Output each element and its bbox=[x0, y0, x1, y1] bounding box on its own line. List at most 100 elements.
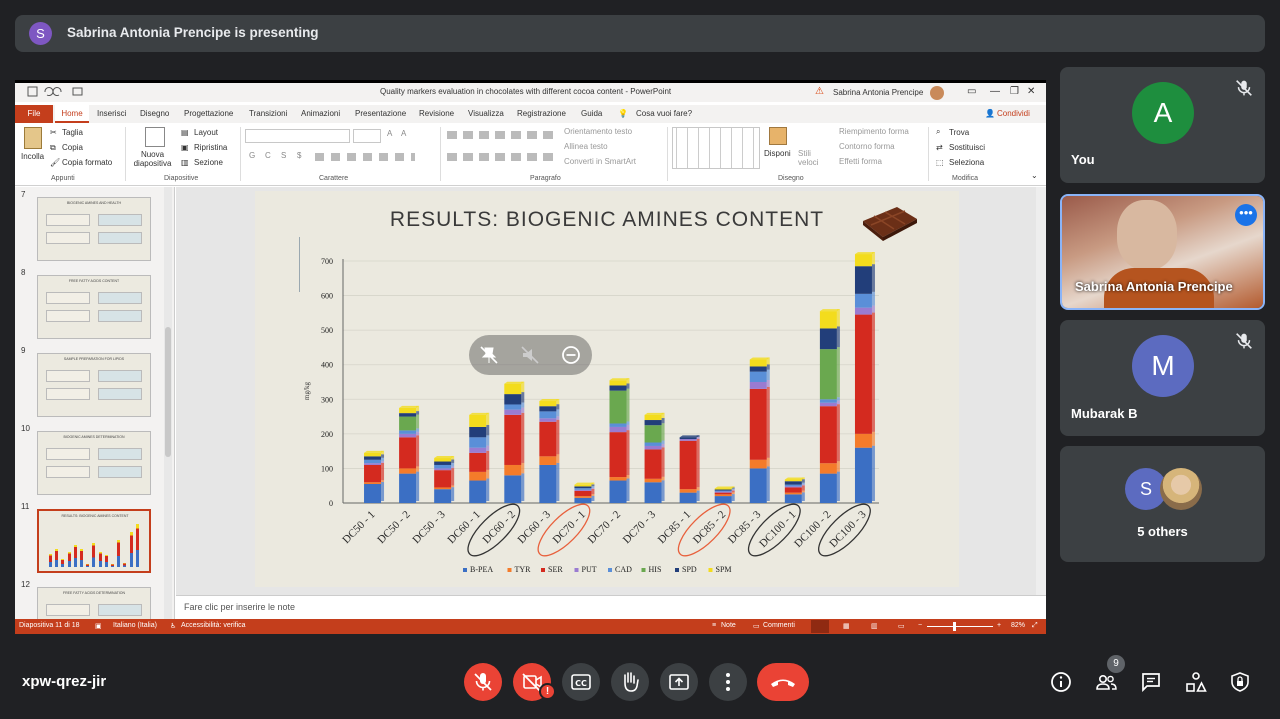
font-name-dropdown[interactable] bbox=[245, 129, 350, 143]
spellcheck-icon[interactable]: ▣ bbox=[95, 622, 102, 630]
raise-hand-button[interactable] bbox=[611, 663, 649, 701]
activities-icon[interactable] bbox=[1184, 670, 1208, 694]
cut-icon[interactable]: ✂ bbox=[50, 128, 57, 137]
reading-view-icon[interactable]: ▥ bbox=[871, 622, 878, 630]
present-button[interactable] bbox=[660, 663, 698, 701]
shapes-gallery[interactable] bbox=[672, 127, 760, 169]
list-tools[interactable] bbox=[447, 131, 557, 139]
zoom-slider[interactable] bbox=[927, 626, 993, 627]
align-tools[interactable] bbox=[447, 153, 557, 161]
warning-icon[interactable]: ⚠ bbox=[815, 86, 824, 97]
replace-button[interactable]: Sostituisci bbox=[949, 143, 985, 152]
zoom-level[interactable]: 82% bbox=[1011, 622, 1025, 629]
text-direction-button[interactable]: Orientamento testo bbox=[564, 127, 632, 136]
tab-insert[interactable]: Inserisci bbox=[97, 109, 126, 118]
more-options-button[interactable] bbox=[709, 663, 747, 701]
minimize-presentation-icon[interactable] bbox=[561, 345, 581, 365]
pin-off-icon[interactable] bbox=[479, 345, 499, 365]
copy-icon[interactable]: ⧉ bbox=[50, 143, 56, 153]
font-tools[interactable] bbox=[315, 153, 415, 161]
slide-sorter-icon[interactable]: ▦ bbox=[843, 622, 850, 630]
tab-file[interactable]: File bbox=[15, 105, 53, 123]
section-button[interactable]: Sezione bbox=[194, 158, 223, 167]
format-painter-icon[interactable]: 🖌 bbox=[50, 158, 60, 167]
notes-placeholder[interactable]: Fare clic per inserire le note bbox=[184, 602, 295, 612]
chat-icon[interactable] bbox=[1139, 670, 1163, 694]
shape-effects-button[interactable]: Effetti forma bbox=[839, 157, 882, 166]
new-slide-button[interactable]: Nuova diapositiva bbox=[130, 150, 175, 168]
smartart-button[interactable]: Converti in SmartArt bbox=[564, 157, 636, 166]
restore-icon[interactable]: ❐ bbox=[1010, 86, 1019, 97]
info-icon[interactable] bbox=[1049, 670, 1073, 694]
new-slide-icon[interactable] bbox=[145, 127, 165, 147]
participant-tile-you[interactable]: A You bbox=[1060, 67, 1265, 183]
slide-thumbnail[interactable]: RESULTS: BIOGENIC AMINES CONTENT bbox=[37, 509, 151, 573]
scrollbar-thumb[interactable] bbox=[165, 327, 171, 457]
replace-icon[interactable]: ⇄ bbox=[936, 143, 943, 152]
bold-button[interactable]: G bbox=[249, 151, 255, 160]
quick-styles-button[interactable]: Stili veloci bbox=[798, 149, 826, 167]
comments-icon[interactable]: ▭ bbox=[753, 622, 760, 630]
underline-button[interactable]: S bbox=[281, 151, 286, 160]
tab-animations[interactable]: Animazioni bbox=[301, 109, 340, 118]
paste-button[interactable]: Incolla bbox=[21, 152, 44, 161]
shape-outline-button[interactable]: Contorno forma bbox=[839, 142, 895, 151]
reset-icon[interactable]: ▣ bbox=[181, 143, 189, 152]
zoom-slider-thumb[interactable] bbox=[953, 622, 956, 631]
accessibility-status[interactable]: Accessibilità: verifica bbox=[181, 622, 246, 629]
arrange-icon[interactable] bbox=[769, 127, 787, 145]
notes-pane[interactable]: Fare clic per inserire le note bbox=[176, 595, 1046, 619]
slide-thumbnail[interactable]: FREE FATTY ACIDS CONTENT bbox=[37, 275, 151, 339]
share-button[interactable]: Condividi bbox=[997, 109, 1030, 118]
minimize-icon[interactable]: — bbox=[990, 86, 1000, 97]
tab-transitions[interactable]: Transizioni bbox=[249, 109, 287, 118]
tell-me-input[interactable]: Cosa vuoi fare? bbox=[636, 109, 692, 118]
notes-icon[interactable]: ≡ bbox=[712, 622, 716, 629]
layout-icon[interactable]: ▤ bbox=[181, 128, 189, 137]
select-button[interactable]: Seleziona bbox=[949, 158, 984, 167]
find-icon[interactable]: ⌕ bbox=[936, 127, 940, 137]
captions-button[interactable]: CC bbox=[562, 663, 600, 701]
quick-access-toolbar[interactable] bbox=[27, 86, 97, 98]
shape-fill-button[interactable]: Riempimento forma bbox=[839, 127, 909, 136]
zoom-out-icon[interactable]: − bbox=[918, 622, 922, 629]
copy-button[interactable]: Copia bbox=[62, 143, 83, 152]
current-slide[interactable]: RESULTS: BIOGENIC AMINES CONTENT 0 100 200 3… bbox=[255, 191, 959, 587]
paste-icon[interactable] bbox=[24, 127, 42, 149]
section-icon[interactable]: ▥ bbox=[181, 158, 189, 167]
tab-design[interactable]: Disegno bbox=[140, 109, 169, 118]
slideshow-icon[interactable]: ▭ bbox=[898, 622, 905, 630]
tab-record[interactable]: Registrazione bbox=[517, 109, 566, 118]
participant-tile-mubarak[interactable]: M Mubarak B bbox=[1060, 320, 1265, 436]
slide-thumbnails-panel[interactable]: 7 BIOGENIC AMINES AND HEALTH 8 FREE FATTY A… bbox=[15, 187, 175, 619]
leave-call-button[interactable] bbox=[757, 663, 809, 701]
slide-thumbnail[interactable]: BIOGENIC AMINES DETERMINATION bbox=[37, 431, 151, 495]
decrease-font-icon[interactable]: A bbox=[401, 129, 406, 138]
notes-toggle[interactable]: Note bbox=[721, 622, 736, 629]
language-status[interactable]: Italiano (Italia) bbox=[113, 622, 157, 629]
find-button[interactable]: Trova bbox=[949, 128, 969, 137]
layout-button[interactable]: Layout bbox=[194, 128, 218, 137]
collapse-ribbon-icon[interactable]: ⌄ bbox=[1031, 171, 1038, 180]
shadow-button[interactable]: $ bbox=[297, 151, 301, 160]
slide-scrollbar[interactable] bbox=[1036, 187, 1046, 595]
tab-help[interactable]: Guida bbox=[581, 109, 602, 118]
participant-tile-others[interactable]: S 5 others bbox=[1060, 446, 1265, 562]
fit-slide-icon[interactable]: ⤢ bbox=[1032, 622, 1038, 630]
participant-tile-sabrina[interactable]: Sabrina Antonia Prencipe ••• bbox=[1060, 194, 1265, 310]
tab-view[interactable]: Visualizza bbox=[468, 109, 504, 118]
tab-layout[interactable]: Progettazione bbox=[184, 109, 233, 118]
people-icon[interactable] bbox=[1094, 670, 1118, 694]
tab-slideshow[interactable]: Presentazione bbox=[355, 109, 406, 118]
reset-button[interactable]: Ripristina bbox=[194, 143, 227, 152]
italic-button[interactable]: C bbox=[265, 151, 271, 160]
select-icon[interactable]: ⬚ bbox=[936, 158, 944, 167]
normal-view-icon[interactable] bbox=[811, 620, 829, 633]
account-name[interactable]: Sabrina Antonia Prencipe bbox=[833, 88, 923, 97]
ribbon-display-icon[interactable]: ▭ bbox=[967, 86, 976, 97]
host-controls-icon[interactable] bbox=[1228, 670, 1252, 694]
align-text-button[interactable]: Allinea testo bbox=[564, 142, 608, 151]
slide-thumbnail[interactable]: FREE FATTY ACIDS DETERMINATION bbox=[37, 587, 151, 619]
close-icon[interactable]: ✕ bbox=[1027, 86, 1035, 97]
accessibility-icon[interactable]: ♿ bbox=[170, 622, 176, 630]
